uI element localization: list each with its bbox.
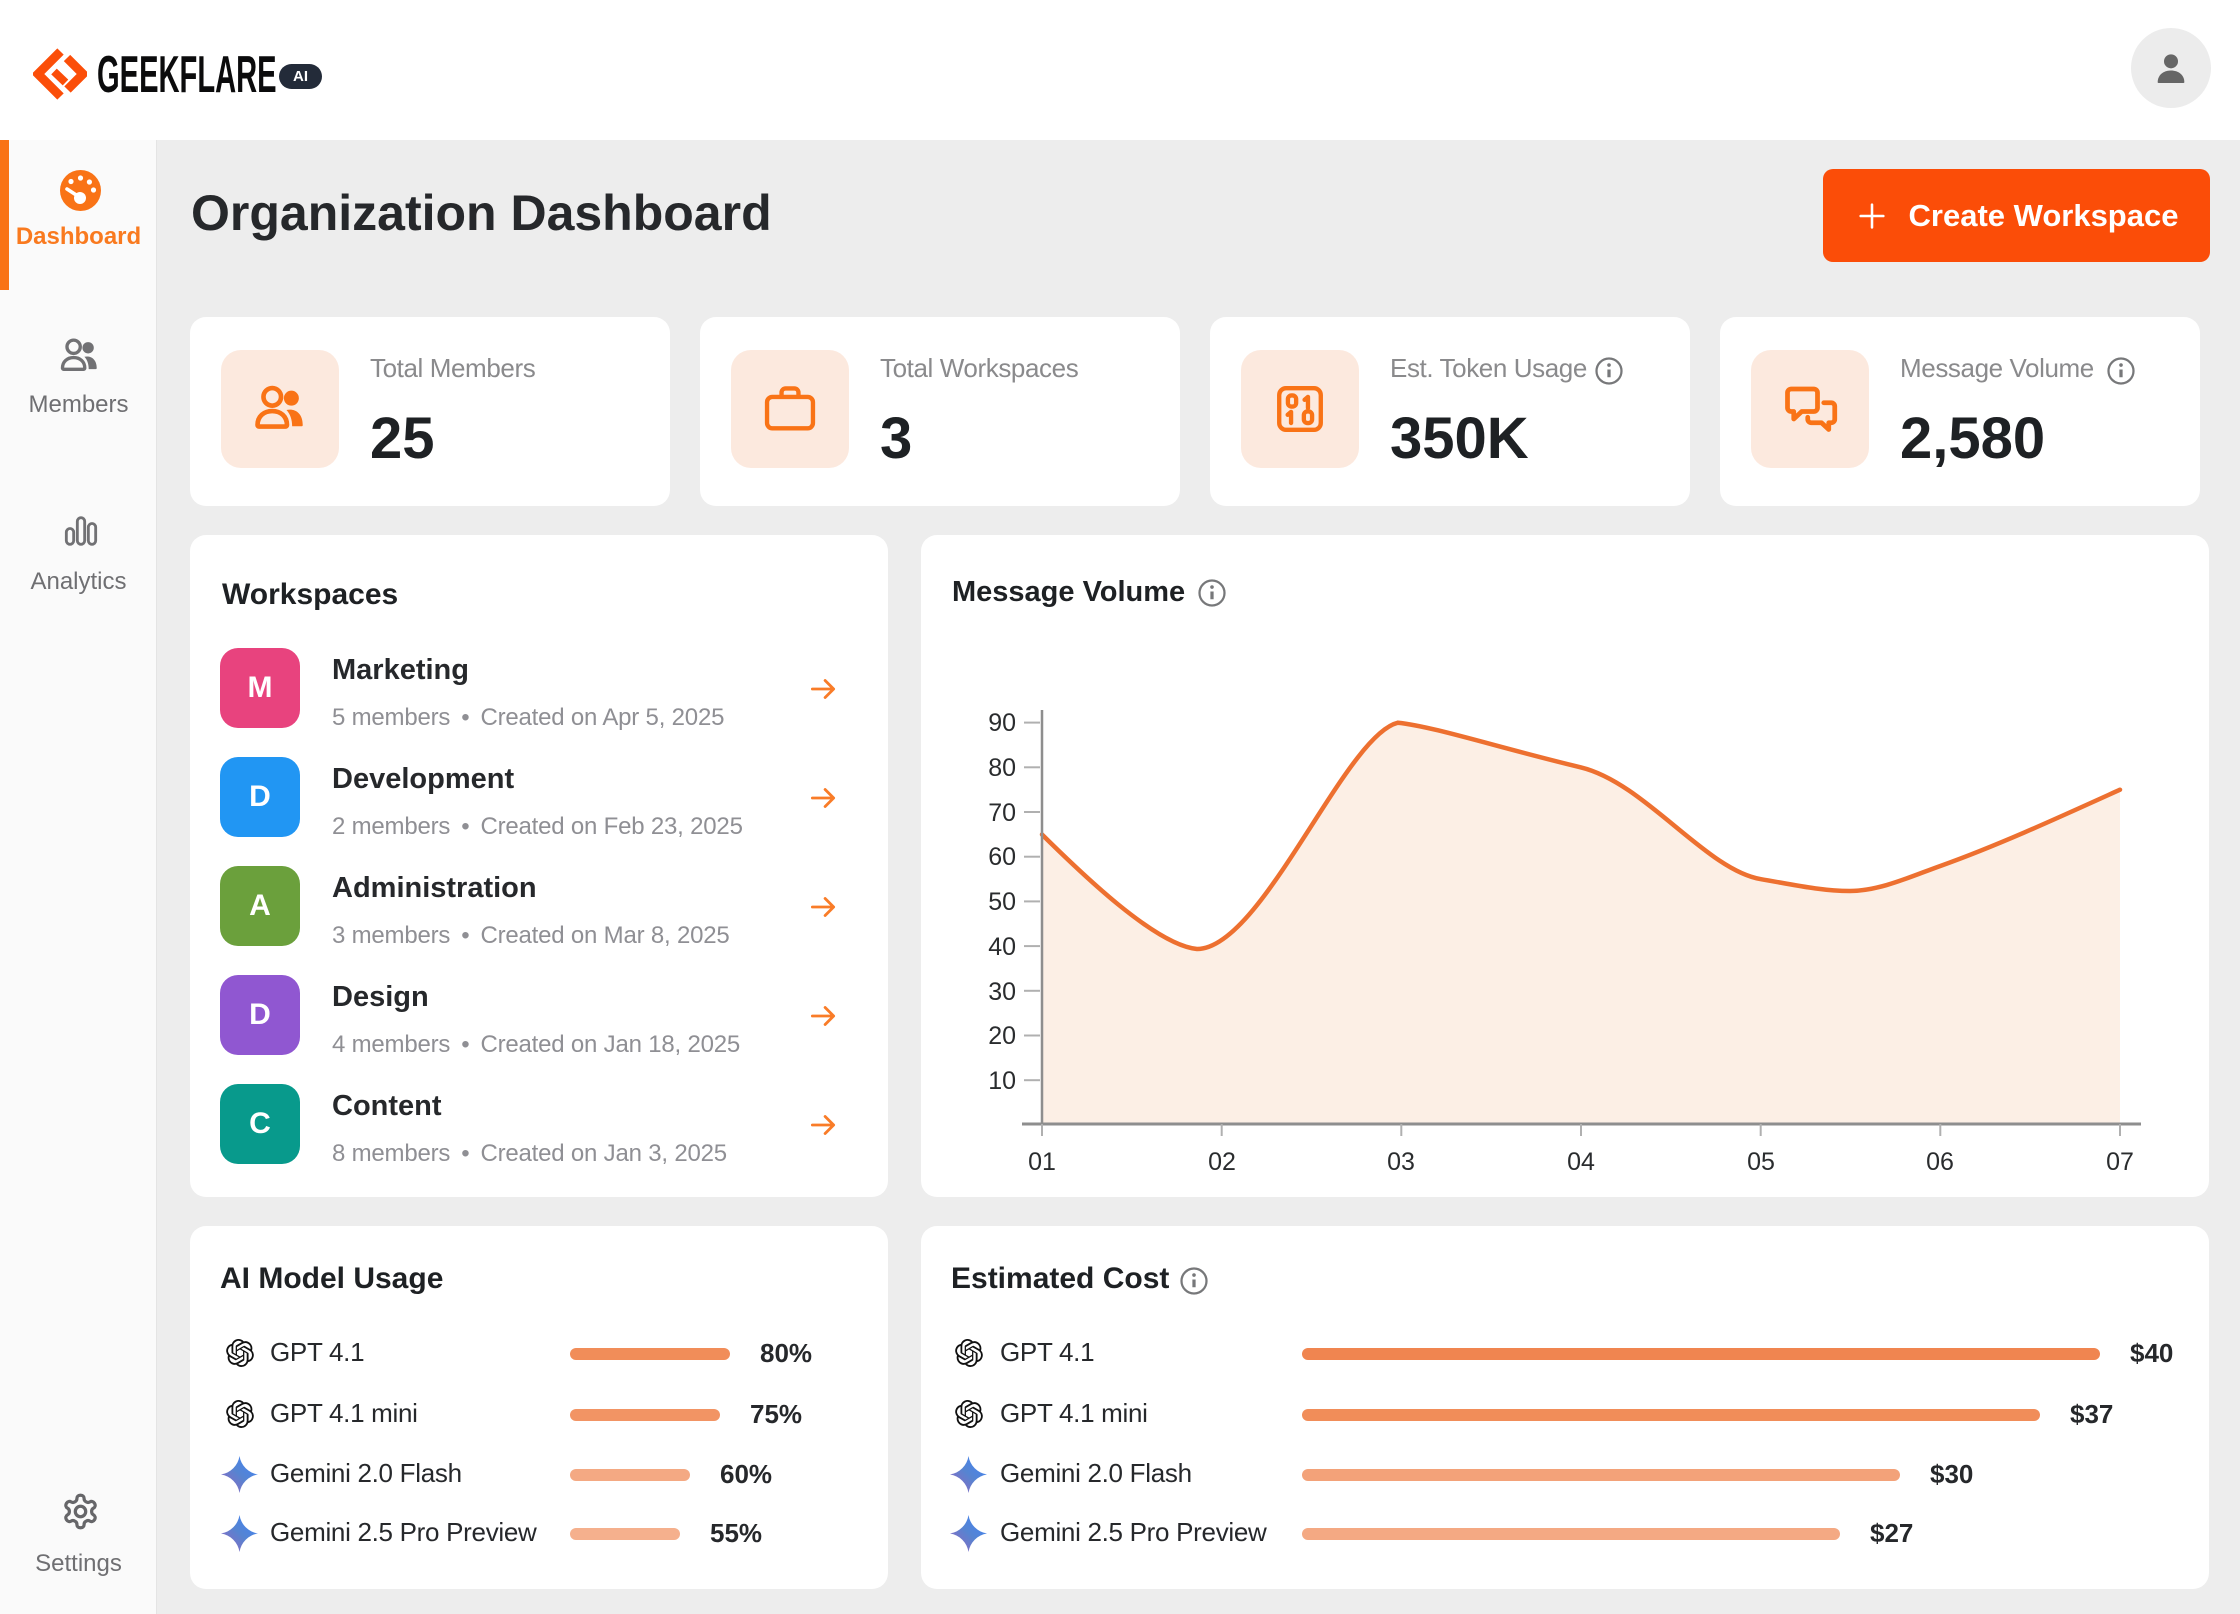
svg-text:06: 06	[1926, 1148, 1954, 1176]
svg-text:05: 05	[1747, 1148, 1775, 1176]
svg-text:04: 04	[1567, 1148, 1595, 1176]
svg-text:70: 70	[988, 799, 1016, 827]
svg-text:40: 40	[988, 933, 1016, 961]
svg-text:20: 20	[988, 1022, 1016, 1050]
svg-text:10: 10	[988, 1067, 1016, 1095]
svg-text:60: 60	[988, 843, 1016, 871]
svg-text:01: 01	[1028, 1148, 1056, 1176]
svg-text:07: 07	[2106, 1148, 2134, 1176]
svg-text:90: 90	[988, 709, 1016, 737]
svg-text:50: 50	[988, 888, 1016, 916]
svg-text:80: 80	[988, 754, 1016, 782]
svg-text:03: 03	[1387, 1148, 1415, 1176]
svg-text:30: 30	[988, 978, 1016, 1006]
svg-text:02: 02	[1208, 1148, 1236, 1176]
